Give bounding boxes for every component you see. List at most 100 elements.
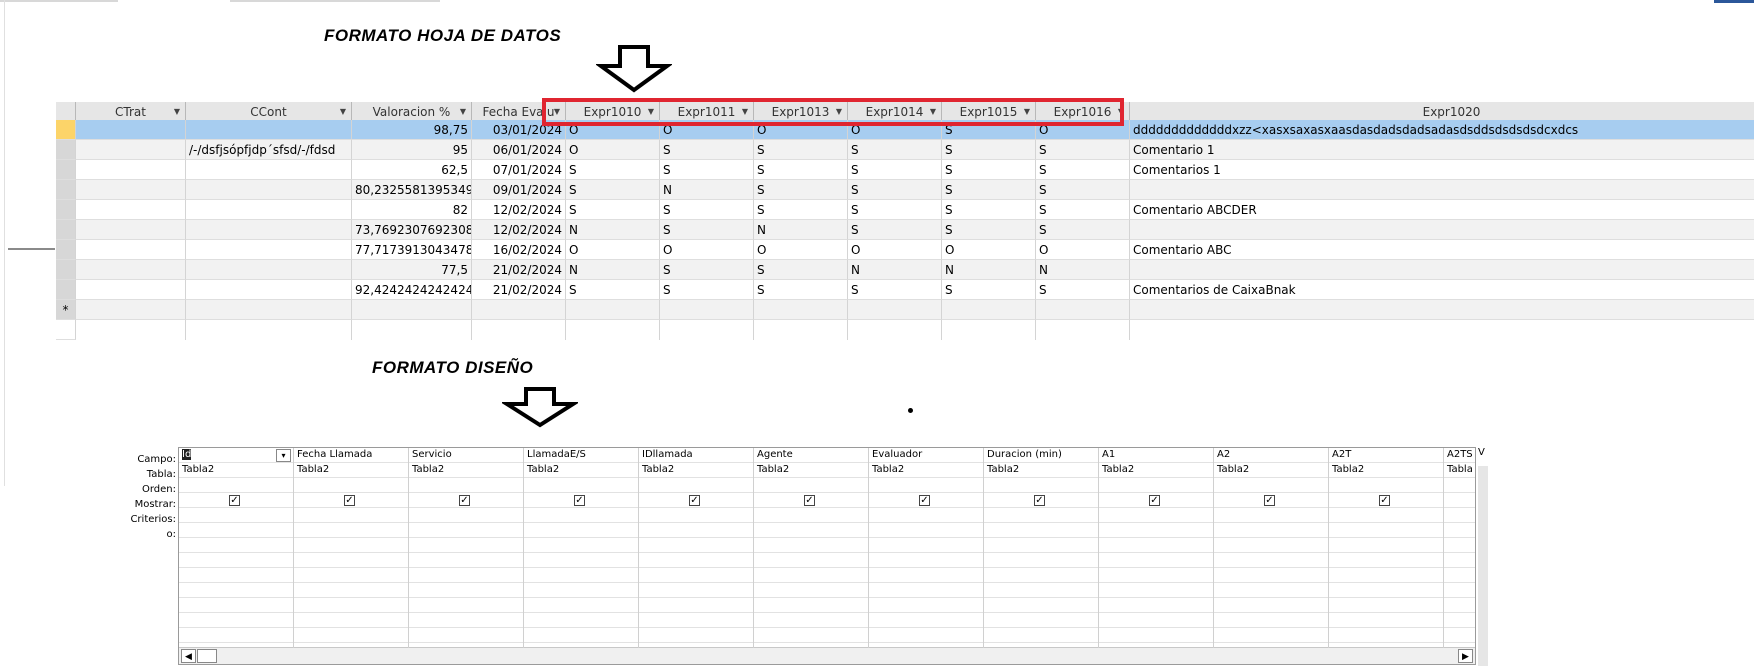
grid-cell[interactable] [179,523,293,538]
grid-cell[interactable] [984,478,1098,493]
design-column[interactable]: A2TS Tabla [1444,448,1475,648]
grid-cell[interactable] [754,523,868,538]
grid-cell[interactable] [1099,478,1213,493]
grid-cell[interactable] [179,538,293,553]
table-cell[interactable]: 98,75 [352,120,472,140]
grid-cell[interactable] [179,613,293,628]
tabla-cell[interactable]: Tabla2 [754,463,868,478]
campo-cell[interactable]: Duracion (min) [984,448,1098,463]
column-header[interactable]: CTrat ▼ [76,102,186,122]
table-cell[interactable]: S [942,220,1036,240]
grid-cell[interactable] [1444,628,1475,643]
grid-cell[interactable] [524,508,638,523]
grid-cell[interactable] [639,523,753,538]
grid-cell[interactable] [1214,613,1328,628]
table-cell[interactable] [186,220,352,240]
grid-cell[interactable] [869,523,983,538]
table-row[interactable]: 80,2325581395349 09/01/2024 S N S S S S [56,180,1754,200]
table-cell[interactable] [76,280,186,300]
record-selector[interactable] [56,160,76,180]
table-cell[interactable]: S [848,180,942,200]
grid-cell[interactable] [524,583,638,598]
grid-cell[interactable] [524,523,638,538]
grid-cell[interactable] [1444,613,1475,628]
mostrar-cell[interactable]: ✓ [984,493,1098,508]
grid-cell[interactable] [1329,613,1443,628]
grid-cell[interactable] [409,508,523,523]
mostrar-cell[interactable]: ✓ [1099,493,1213,508]
grid-cell[interactable] [294,523,408,538]
dropdown-triangle-icon[interactable]: ▼ [460,102,466,121]
table-cell[interactable] [1130,260,1754,280]
dropdown-triangle-icon[interactable]: ▼ [340,102,346,121]
table-cell[interactable] [76,220,186,240]
grid-cell[interactable] [1329,478,1443,493]
mostrar-cell[interactable]: ✓ [524,493,638,508]
grid-cell[interactable] [409,628,523,643]
grid-cell[interactable] [1444,478,1475,493]
table-cell[interactable] [186,300,352,320]
grid-cell[interactable] [1329,628,1443,643]
campo-cell[interactable]: A2 [1214,448,1328,463]
grid-cell[interactable] [409,568,523,583]
table-cell[interactable]: S [566,280,660,300]
campo-cell[interactable]: A2T [1329,448,1443,463]
table-cell[interactable]: S [754,200,848,220]
grid-cell[interactable] [1214,598,1328,613]
table-cell[interactable]: S [1036,280,1130,300]
grid-cell[interactable] [1444,538,1475,553]
grid-cell[interactable] [1099,628,1213,643]
table-cell[interactable]: S [566,160,660,180]
table-cell[interactable]: S [1036,200,1130,220]
grid-cell[interactable] [754,598,868,613]
table-cell[interactable] [76,160,186,180]
table-cell[interactable] [186,180,352,200]
chevron-down-icon[interactable]: ▾ [276,449,291,462]
grid-cell[interactable] [1214,553,1328,568]
mostrar-cell[interactable]: ✓ [409,493,523,508]
table-cell[interactable]: N [848,260,942,280]
table-cell[interactable]: 80,2325581395349 [352,180,472,200]
grid-cell[interactable] [639,538,753,553]
grid-cell[interactable] [294,568,408,583]
grid-cell[interactable] [179,598,293,613]
tabla-cell[interactable]: Tabla2 [984,463,1098,478]
grid-cell[interactable] [524,538,638,553]
tabla-cell[interactable]: Tabla2 [409,463,523,478]
tabla-cell[interactable]: Tabla2 [294,463,408,478]
grid-cell[interactable] [294,538,408,553]
grid-cell[interactable] [524,598,638,613]
checkbox-checked-icon[interactable]: ✓ [1034,495,1045,506]
table-cell[interactable]: O [566,140,660,160]
grid-cell[interactable] [1099,583,1213,598]
checkbox-checked-icon[interactable]: ✓ [459,495,470,506]
grid-cell[interactable] [869,628,983,643]
table-cell[interactable] [186,120,352,140]
table-cell[interactable]: S [1036,220,1130,240]
grid-cell[interactable] [179,553,293,568]
table-cell[interactable]: S [942,180,1036,200]
grid-cell[interactable] [984,538,1098,553]
table-cell[interactable] [352,300,472,320]
checkbox-checked-icon[interactable]: ✓ [344,495,355,506]
tabla-cell[interactable]: Tabla2 [1329,463,1443,478]
table-cell[interactable]: N [566,260,660,280]
tabla-cell[interactable]: Tabla [1444,463,1475,478]
grid-cell[interactable] [1329,583,1443,598]
grid-cell[interactable] [984,598,1098,613]
grid-cell[interactable] [1329,523,1443,538]
campo-cell[interactable]: Servicio [409,448,523,463]
record-selector[interactable] [56,260,76,280]
table-row[interactable]: /-/dsfjsópfjdp´sfsd/-/fdsd 95 06/01/2024 O S… [56,140,1754,160]
grid-cell[interactable] [1329,598,1443,613]
table-cell[interactable] [76,180,186,200]
table-cell[interactable]: 12/02/2024 [472,220,566,240]
mostrar-cell[interactable]: ✓ [639,493,753,508]
table-cell[interactable]: S [754,160,848,180]
mostrar-cell[interactable] [1444,493,1475,508]
grid-cell[interactable] [984,523,1098,538]
table-cell[interactable] [76,260,186,280]
grid-cell[interactable] [1329,538,1443,553]
new-record-marker[interactable]: * [56,300,76,320]
new-record-row[interactable]: * [56,300,1754,320]
